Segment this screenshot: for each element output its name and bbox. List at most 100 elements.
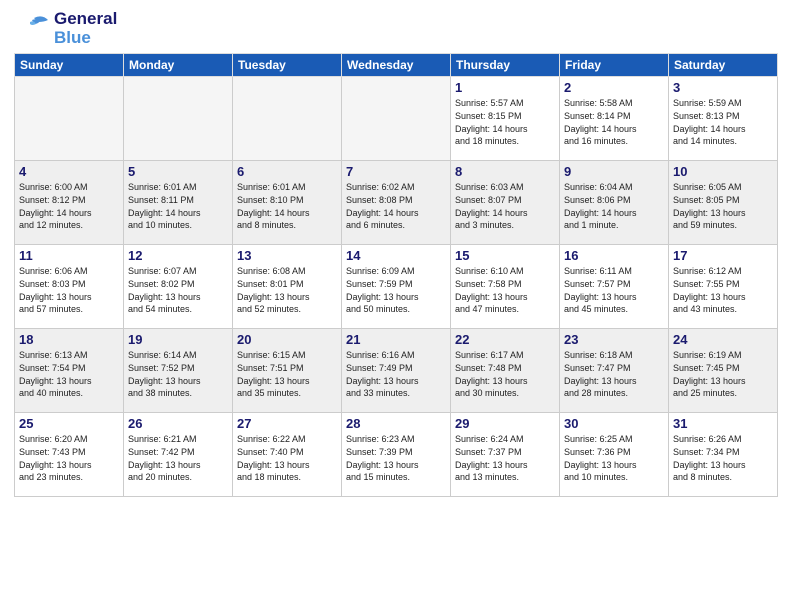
day-info: Sunrise: 6:03 AM Sunset: 8:07 PM Dayligh… (455, 181, 555, 231)
day-info: Sunrise: 6:11 AM Sunset: 7:57 PM Dayligh… (564, 265, 664, 315)
header: General Blue (14, 10, 778, 47)
day-info: Sunrise: 6:19 AM Sunset: 7:45 PM Dayligh… (673, 349, 773, 399)
table-cell: 23Sunrise: 6:18 AM Sunset: 7:47 PM Dayli… (560, 329, 669, 413)
day-number: 24 (673, 332, 773, 347)
day-info: Sunrise: 6:02 AM Sunset: 8:08 PM Dayligh… (346, 181, 446, 231)
table-cell: 2 Sunrise: 5:58 AM Sunset: 8:14 PM Daylig… (560, 77, 669, 161)
col-tuesday: Tuesday (233, 54, 342, 77)
day-number: 18 (19, 332, 119, 347)
table-cell (124, 77, 233, 161)
col-thursday: Thursday (451, 54, 560, 77)
table-cell (233, 77, 342, 161)
table-cell: 1 Sunrise: 5:57 AM Sunset: 8:15 PM Daylig… (451, 77, 560, 161)
day-info: Sunrise: 6:01 AM Sunset: 8:10 PM Dayligh… (237, 181, 337, 231)
day-number: 13 (237, 248, 337, 263)
day-info: Sunrise: 6:26 AM Sunset: 7:34 PM Dayligh… (673, 433, 773, 483)
table-cell: 8 Sunrise: 6:03 AM Sunset: 8:07 PM Daylig… (451, 161, 560, 245)
col-sunday: Sunday (15, 54, 124, 77)
logo-icon (14, 12, 52, 46)
table-cell: 18 Sunrise: 6:13 AM Sunset: 7:54 PM Dayli… (15, 329, 124, 413)
table-row: 11 Sunrise: 6:06 AM Sunset: 8:03 PM Dayli… (15, 245, 778, 329)
table-cell: 24 Sunrise: 6:19 AM Sunset: 7:45 PM Dayli… (669, 329, 778, 413)
day-number: 2 (564, 80, 664, 95)
table-cell (15, 77, 124, 161)
day-number: 21 (346, 332, 446, 347)
day-info: Sunrise: 6:05 AM Sunset: 8:05 PM Dayligh… (673, 181, 773, 231)
table-row: 25Sunrise: 6:20 AM Sunset: 7:43 PM Dayli… (15, 413, 778, 497)
table-cell: 4 Sunrise: 6:00 AM Sunset: 8:12 PM Daylig… (15, 161, 124, 245)
logo-general: General (54, 10, 117, 29)
day-number: 31 (673, 416, 773, 431)
table-cell: 21 Sunrise: 6:16 AM Sunset: 7:49 PM Dayli… (342, 329, 451, 413)
day-number: 7 (346, 164, 446, 179)
day-number: 9 (564, 164, 664, 179)
logo: General Blue (14, 10, 117, 47)
day-info: Sunrise: 6:24 AM Sunset: 7:37 PM Dayligh… (455, 433, 555, 483)
day-number: 12 (128, 248, 228, 263)
day-number: 4 (19, 164, 119, 179)
day-number: 8 (455, 164, 555, 179)
day-info: Sunrise: 6:21 AM Sunset: 7:42 PM Dayligh… (128, 433, 228, 483)
page: General Blue Sunday Monday Tuesday Wedne… (0, 0, 792, 612)
table-cell: 7 Sunrise: 6:02 AM Sunset: 8:08 PM Daylig… (342, 161, 451, 245)
day-info: Sunrise: 6:23 AM Sunset: 7:39 PM Dayligh… (346, 433, 446, 483)
day-info: Sunrise: 6:07 AM Sunset: 8:02 PM Dayligh… (128, 265, 228, 315)
day-info: Sunrise: 6:17 AM Sunset: 7:48 PM Dayligh… (455, 349, 555, 399)
day-info: Sunrise: 6:04 AM Sunset: 8:06 PM Dayligh… (564, 181, 664, 231)
day-number: 11 (19, 248, 119, 263)
col-monday: Monday (124, 54, 233, 77)
day-number: 30 (564, 416, 664, 431)
header-row: Sunday Monday Tuesday Wednesday Thursday… (15, 54, 778, 77)
table-cell: 31 Sunrise: 6:26 AM Sunset: 7:34 PM Dayli… (669, 413, 778, 497)
day-info: Sunrise: 6:22 AM Sunset: 7:40 PM Dayligh… (237, 433, 337, 483)
table-cell: 9 Sunrise: 6:04 AM Sunset: 8:06 PM Daylig… (560, 161, 669, 245)
day-info: Sunrise: 6:06 AM Sunset: 8:03 PM Dayligh… (19, 265, 119, 315)
table-cell: 17 Sunrise: 6:12 AM Sunset: 7:55 PM Dayli… (669, 245, 778, 329)
day-info: Sunrise: 6:10 AM Sunset: 7:58 PM Dayligh… (455, 265, 555, 315)
table-cell: 22 Sunrise: 6:17 AM Sunset: 7:48 PM Dayli… (451, 329, 560, 413)
day-info: Sunrise: 6:14 AM Sunset: 7:52 PM Dayligh… (128, 349, 228, 399)
table-cell: 3Sunrise: 5:59 AM Sunset: 8:13 PM Daylig… (669, 77, 778, 161)
table-cell: 16 Sunrise: 6:11 AM Sunset: 7:57 PM Dayli… (560, 245, 669, 329)
table-cell: 11 Sunrise: 6:06 AM Sunset: 8:03 PM Dayli… (15, 245, 124, 329)
day-info: Sunrise: 6:15 AM Sunset: 7:51 PM Dayligh… (237, 349, 337, 399)
day-info: Sunrise: 6:09 AM Sunset: 7:59 PM Dayligh… (346, 265, 446, 315)
day-number: 6 (237, 164, 337, 179)
table-cell: 12 Sunrise: 6:07 AM Sunset: 8:02 PM Dayli… (124, 245, 233, 329)
day-number: 16 (564, 248, 664, 263)
table-cell: 10 Sunrise: 6:05 AM Sunset: 8:05 PM Dayli… (669, 161, 778, 245)
day-info: Sunrise: 6:12 AM Sunset: 7:55 PM Dayligh… (673, 265, 773, 315)
table-cell: 25Sunrise: 6:20 AM Sunset: 7:43 PM Dayli… (15, 413, 124, 497)
day-info: Sunrise: 6:25 AM Sunset: 7:36 PM Dayligh… (564, 433, 664, 483)
day-number: 22 (455, 332, 555, 347)
day-number: 19 (128, 332, 228, 347)
calendar-table: Sunday Monday Tuesday Wednesday Thursday… (14, 53, 778, 497)
day-info: Sunrise: 6:13 AM Sunset: 7:54 PM Dayligh… (19, 349, 119, 399)
table-cell: 27 Sunrise: 6:22 AM Sunset: 7:40 PM Dayli… (233, 413, 342, 497)
day-number: 25 (19, 416, 119, 431)
col-friday: Friday (560, 54, 669, 77)
day-info: Sunrise: 6:08 AM Sunset: 8:01 PM Dayligh… (237, 265, 337, 315)
table-cell: 20 Sunrise: 6:15 AM Sunset: 7:51 PM Dayli… (233, 329, 342, 413)
table-cell: 29Sunrise: 6:24 AM Sunset: 7:37 PM Dayli… (451, 413, 560, 497)
day-info: Sunrise: 5:57 AM Sunset: 8:15 PM Dayligh… (455, 97, 555, 147)
day-number: 14 (346, 248, 446, 263)
table-row: 1 Sunrise: 5:57 AM Sunset: 8:15 PM Daylig… (15, 77, 778, 161)
day-info: Sunrise: 6:16 AM Sunset: 7:49 PM Dayligh… (346, 349, 446, 399)
day-number: 20 (237, 332, 337, 347)
table-cell: 14 Sunrise: 6:09 AM Sunset: 7:59 PM Dayli… (342, 245, 451, 329)
day-number: 28 (346, 416, 446, 431)
table-row: 4 Sunrise: 6:00 AM Sunset: 8:12 PM Daylig… (15, 161, 778, 245)
day-info: Sunrise: 6:00 AM Sunset: 8:12 PM Dayligh… (19, 181, 119, 231)
col-saturday: Saturday (669, 54, 778, 77)
table-cell: 30 Sunrise: 6:25 AM Sunset: 7:36 PM Dayli… (560, 413, 669, 497)
table-cell (342, 77, 451, 161)
day-number: 1 (455, 80, 555, 95)
day-number: 26 (128, 416, 228, 431)
day-number: 27 (237, 416, 337, 431)
day-info: Sunrise: 5:58 AM Sunset: 8:14 PM Dayligh… (564, 97, 664, 147)
logo-blue: Blue (54, 29, 117, 48)
day-info: Sunrise: 6:01 AM Sunset: 8:11 PM Dayligh… (128, 181, 228, 231)
day-number: 10 (673, 164, 773, 179)
day-number: 17 (673, 248, 773, 263)
